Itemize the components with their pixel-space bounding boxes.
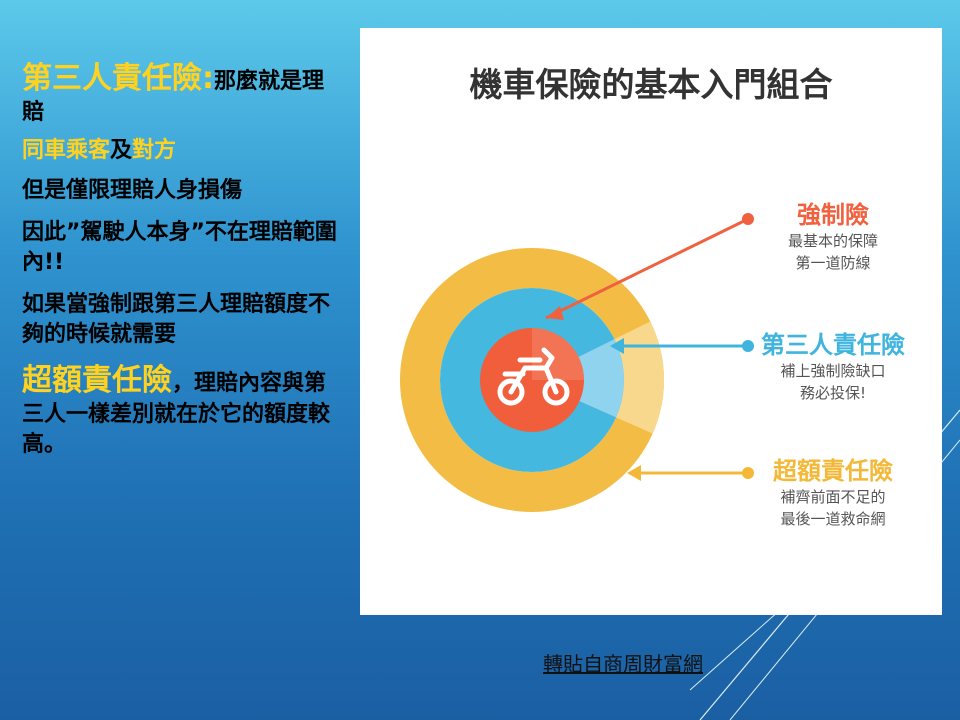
label-excess-desc2: 最後一道救命網 xyxy=(780,510,886,528)
label-compulsory-desc1: 最基本的保障 xyxy=(787,232,878,250)
and-text: 及 xyxy=(110,138,133,163)
arrow-excess xyxy=(627,465,754,481)
source-credit-link[interactable]: 轉貼自商周財富網 xyxy=(543,648,703,677)
label-excess: 超額責任險 補齊前面不足的 最後一道救命網 xyxy=(758,456,908,530)
diagram-panel: 機車保險的基本入門組合 強制險 最基本的保障 第一道防線 第三人責任險 補上強制… xyxy=(360,28,942,615)
passengers-text: 同車乘客 xyxy=(22,138,111,163)
label-compulsory: 強制險 最基本的保障 第一道防線 xyxy=(758,200,908,274)
paragraph-driver-excluded: 因此”駕駛人本身”不在理賠範圍內!! xyxy=(22,220,337,275)
paragraph-coverage: 同車乘客及對方 xyxy=(22,136,342,166)
left-text-block: 第三人責任險:那麼就是理賠 同車乘客及對方 但是僅限理賠人身損傷 因此”駕駛人本… xyxy=(22,60,342,472)
label-third-party-desc1: 補上強制險缺口 xyxy=(780,362,886,380)
other-party-text: 對方 xyxy=(132,138,177,163)
paragraph-third-party: 第三人責任險:那麼就是理賠 xyxy=(22,60,342,128)
paragraph-excess: 超額責任險，理賠內容與第三人一樣差別就在於它的額度較高。 xyxy=(22,362,342,460)
label-third-party-title: 第三人責任險 xyxy=(761,331,905,359)
label-compulsory-desc2: 第一道防線 xyxy=(795,254,871,272)
label-third-party-desc2: 務必投保! xyxy=(799,384,866,402)
label-excess-desc1: 補齊前面不足的 xyxy=(780,488,886,506)
paragraph-need-excess: 如果當強制跟第三人理賠額度不夠的時候就需要 xyxy=(22,292,331,347)
excess-title: 超額責任險 xyxy=(22,363,172,398)
third-party-title: 第三人責任險: xyxy=(22,61,214,96)
paragraph-limit: 但是僅限理賠人身損傷 xyxy=(22,178,243,203)
label-third-party: 第三人責任險 補上強制險缺口 務必投保! xyxy=(758,330,908,404)
label-compulsory-title: 強制險 xyxy=(797,201,869,229)
label-excess-title: 超額責任險 xyxy=(773,457,893,485)
